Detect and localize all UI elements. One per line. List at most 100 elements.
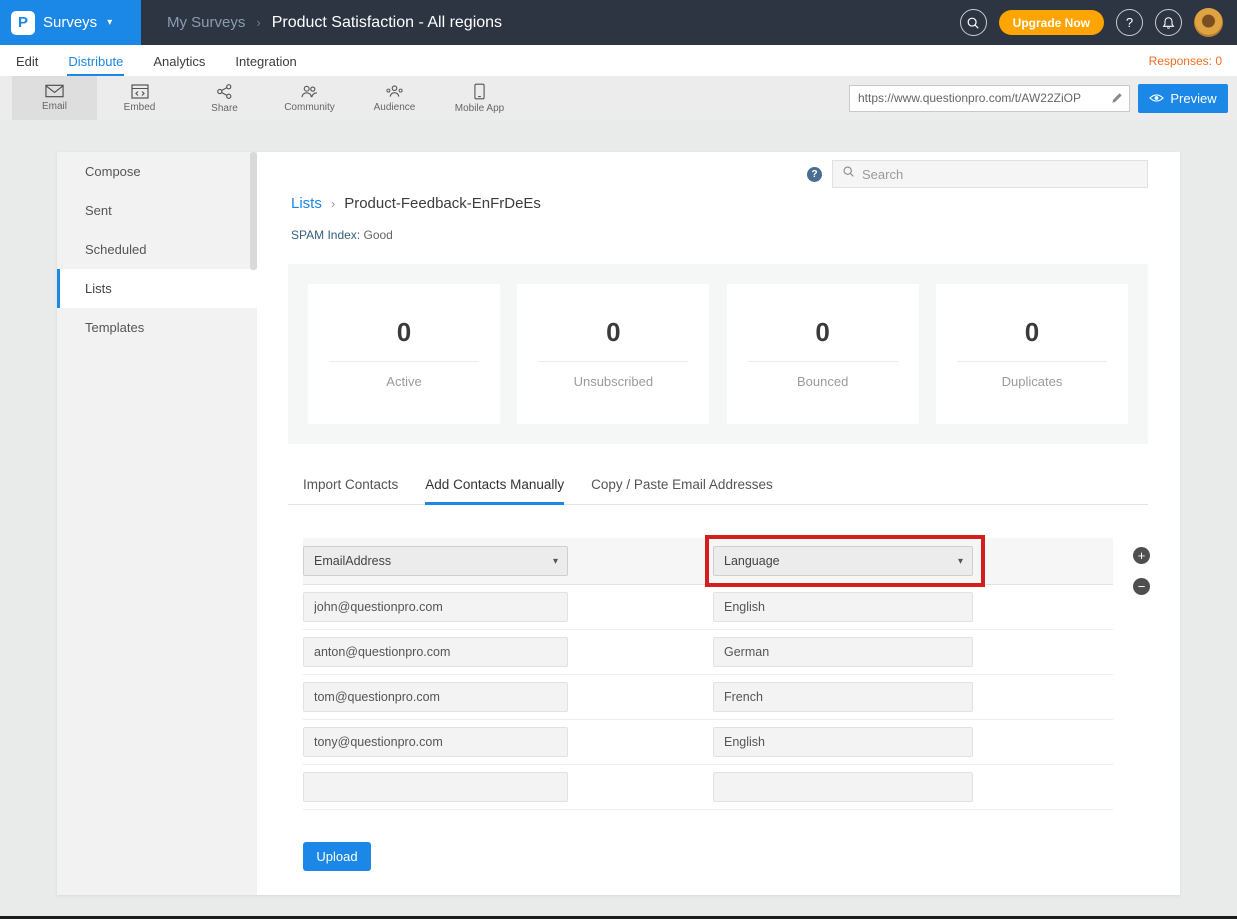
divider	[957, 361, 1107, 362]
divider	[538, 361, 688, 362]
tab-analytics[interactable]: Analytics	[152, 47, 206, 76]
chevron-down-icon: ▾	[107, 17, 112, 28]
contacts-tabs: Import Contacts Add Contacts Manually Co…	[288, 477, 1148, 505]
edit-url-pencil-icon[interactable]	[1105, 86, 1129, 111]
preview-button[interactable]: Preview	[1138, 84, 1228, 113]
stat-card-bounced[interactable]: 0 Bounced	[727, 284, 919, 424]
embed-icon	[131, 84, 149, 99]
help-search-row: ?	[807, 160, 1148, 188]
questionpro-logo-icon: P	[11, 11, 35, 35]
language-input[interactable]	[713, 682, 973, 712]
table-header-row: EmailAddress ▾ Language ▾	[303, 538, 1113, 585]
email-input[interactable]	[303, 637, 568, 667]
toolbar-item-audience[interactable]: Audience	[352, 76, 437, 120]
stat-value: 0	[397, 317, 411, 348]
toolbar-item-label: Mobile App	[455, 103, 504, 114]
table-row	[303, 720, 1113, 765]
breadcrumb-separator-icon: ›	[256, 15, 260, 30]
audience-icon	[385, 84, 404, 99]
stat-value: 0	[1025, 317, 1039, 348]
stat-value: 0	[815, 317, 829, 348]
contacts-table: EmailAddress ▾ Language ▾	[303, 538, 1113, 810]
language-input[interactable]	[713, 727, 973, 757]
toolbar-item-label: Community	[284, 102, 335, 113]
upgrade-button[interactable]: Upgrade Now	[999, 10, 1104, 35]
toolbar-item-share[interactable]: Share	[182, 76, 267, 120]
breadcrumb-lists-link[interactable]: Lists	[291, 195, 322, 212]
language-input[interactable]	[713, 592, 973, 622]
survey-link-area: Preview	[849, 84, 1237, 113]
help-icon[interactable]: ?	[1116, 9, 1143, 36]
survey-url-input[interactable]	[850, 91, 1105, 105]
remove-row-button[interactable]: −	[1133, 578, 1150, 595]
stat-card-unsubscribed[interactable]: 0 Unsubscribed	[517, 284, 709, 424]
surveys-menu-label: Surveys	[43, 14, 97, 31]
table-row	[303, 585, 1113, 630]
add-row-button[interactable]: +	[1133, 547, 1150, 564]
distribute-toolbar: Email Embed Share Community Audience	[0, 76, 1237, 120]
questionpro-app: P Surveys ▾ My Surveys › Product Satisfa…	[0, 0, 1237, 919]
divider	[748, 361, 898, 362]
search-magnifier-icon	[842, 165, 855, 183]
sidebar-item-sent[interactable]: Sent	[57, 191, 257, 230]
tab-import-contacts[interactable]: Import Contacts	[303, 477, 398, 505]
list-stats: 0 Active 0 Unsubscribed 0 Bounced	[288, 264, 1148, 444]
stat-card-active[interactable]: 0 Active	[308, 284, 500, 424]
email-column-select[interactable]: EmailAddress ▾	[303, 546, 568, 576]
spam-index-label: SPAM Index:	[291, 228, 360, 242]
toolbar-item-embed[interactable]: Embed	[97, 76, 182, 120]
workspace: Compose Sent Scheduled Lists Templates ?	[0, 120, 1237, 919]
breadcrumb-my-surveys[interactable]: My Surveys	[167, 14, 245, 31]
toolbar-item-label: Share	[211, 103, 238, 114]
email-input[interactable]	[303, 772, 568, 802]
language-column-select-value: Language	[724, 554, 780, 568]
sidebar-item-compose[interactable]: Compose	[57, 152, 257, 191]
header-actions: Upgrade Now ?	[960, 8, 1237, 37]
sidebar-item-templates[interactable]: Templates	[57, 308, 257, 347]
responses-count: Responses: 0	[1149, 54, 1222, 76]
toolbar-item-community[interactable]: Community	[267, 76, 352, 120]
toolbar-item-mobile-app[interactable]: Mobile App	[437, 76, 522, 120]
sidebar-item-lists[interactable]: Lists	[57, 269, 257, 308]
surveys-menu[interactable]: P Surveys ▾	[0, 0, 141, 45]
tab-edit[interactable]: Edit	[15, 47, 39, 76]
share-icon	[216, 83, 233, 100]
sidebar-scrollbar[interactable]	[250, 152, 257, 270]
list-name: Product-Feedback-EnFrDeEs	[344, 195, 541, 212]
stat-label: Bounced	[797, 374, 848, 389]
list-breadcrumb: Lists › Product-Feedback-EnFrDeEs	[291, 195, 1180, 212]
tab-distribute[interactable]: Distribute	[67, 47, 124, 76]
row-controls: + −	[1133, 547, 1150, 595]
language-input[interactable]	[713, 772, 973, 802]
notifications-bell-icon[interactable]	[1155, 9, 1182, 36]
stat-card-duplicates[interactable]: 0 Duplicates	[936, 284, 1128, 424]
language-input[interactable]	[713, 637, 973, 667]
email-input[interactable]	[303, 592, 568, 622]
email-sidebar: Compose Sent Scheduled Lists Templates	[57, 152, 257, 895]
table-row	[303, 630, 1113, 675]
spam-index: SPAM Index: Good	[291, 228, 1180, 242]
list-search-field	[832, 160, 1148, 188]
stat-label: Unsubscribed	[574, 374, 654, 389]
lists-content: ? Lists › Product-Feedback-EnFrDeEs SPAM…	[257, 152, 1180, 895]
toolbar-item-label: Embed	[124, 102, 156, 113]
search-icon[interactable]	[960, 9, 987, 36]
stat-label: Duplicates	[1002, 374, 1063, 389]
search-input[interactable]	[862, 167, 1138, 182]
preview-button-label: Preview	[1170, 91, 1216, 106]
tab-integration[interactable]: Integration	[234, 47, 297, 76]
toolbar-item-label: Audience	[374, 102, 416, 113]
toolbar-item-label: Email	[42, 101, 67, 112]
upload-button[interactable]: Upload	[303, 842, 371, 871]
email-distribution-panel: Compose Sent Scheduled Lists Templates ?	[57, 152, 1180, 895]
tab-add-contacts-manually[interactable]: Add Contacts Manually	[425, 477, 564, 505]
contextual-help-icon[interactable]: ?	[807, 167, 822, 182]
email-input[interactable]	[303, 682, 568, 712]
tab-copy-paste-email-addresses[interactable]: Copy / Paste Email Addresses	[591, 477, 773, 505]
community-icon	[300, 84, 319, 99]
toolbar-item-email[interactable]: Email	[12, 76, 97, 120]
sidebar-item-scheduled[interactable]: Scheduled	[57, 230, 257, 269]
language-column-select[interactable]: Language ▾	[713, 546, 973, 576]
email-input[interactable]	[303, 727, 568, 757]
avatar[interactable]	[1194, 8, 1223, 37]
